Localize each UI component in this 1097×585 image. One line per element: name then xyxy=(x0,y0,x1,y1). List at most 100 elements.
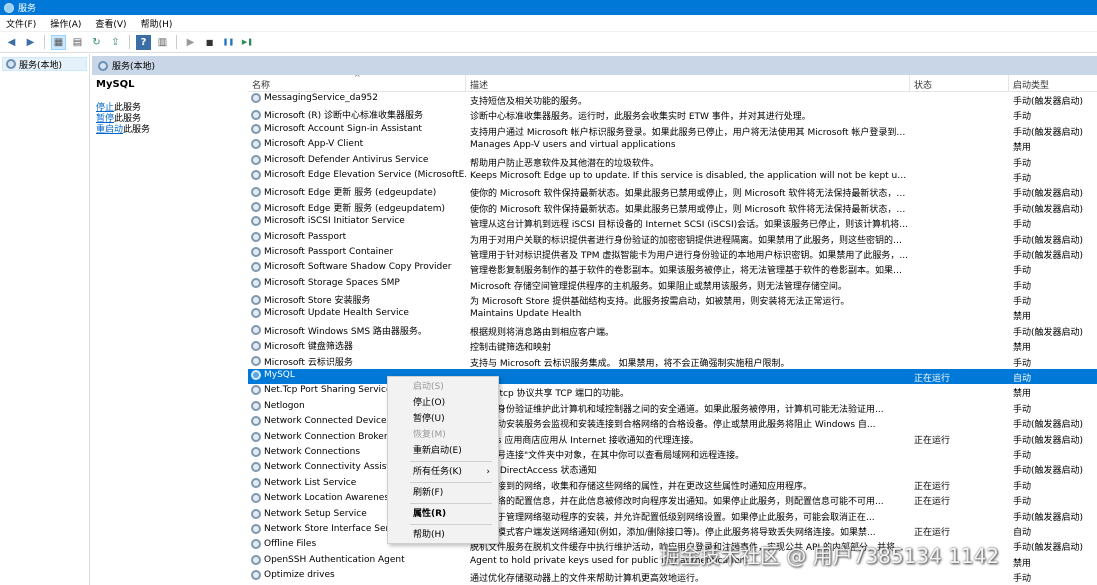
context-menu-item[interactable]: 暂停(U) xyxy=(388,411,498,427)
service-row[interactable]: MySQL 正在运行 自动 xyxy=(248,369,1097,385)
service-name-cell: Microsoft Windows SMS 路由器服务。 xyxy=(251,324,466,337)
service-name: Microsoft Windows SMS 路由器服务。 xyxy=(264,326,427,337)
service-row[interactable]: Net.Tcp Port Sharing Service 过 net.tcp 协议… xyxy=(248,384,1097,399)
help-icon[interactable]: ? xyxy=(136,34,151,50)
service-row[interactable]: Network Setup Service 服务用于管理网络驱动程序的安装，并允许… xyxy=(248,508,1097,523)
export-list-icon[interactable]: ⇪ xyxy=(108,35,123,50)
forward-arrow-icon[interactable]: ▶ xyxy=(23,35,38,50)
service-row[interactable]: Microsoft 键盘筛选器 控制击键筛选和映射 禁用 xyxy=(248,338,1097,353)
services-list: 名称 ^ 描述 状态 启动类型 MessagingService_da952 支持… xyxy=(248,75,1097,585)
service-row[interactable]: Microsoft Software Shadow Copy Provider 管… xyxy=(248,261,1097,276)
service-row[interactable]: Network Connection Broker indows 应用商店应用从 … xyxy=(248,431,1097,446)
context-menu-separator xyxy=(410,503,492,504)
service-name-cell: Microsoft 云标识服务 xyxy=(251,355,466,368)
service-name-cell: Microsoft Edge 更新 服务 (edgeupdatem) xyxy=(251,201,466,214)
service-name-cell: Microsoft Defender Antivirus Service xyxy=(251,154,466,165)
start-icon[interactable]: ▶ xyxy=(183,35,198,50)
action-pane-icon[interactable]: ▥ xyxy=(155,35,170,50)
service-row[interactable]: Microsoft Windows SMS 路由器服务。 根据规则将消息路由到相应… xyxy=(248,323,1097,338)
service-startup-type: 手动 xyxy=(1013,281,1032,292)
stop-service-link[interactable]: 停止 xyxy=(96,103,114,113)
service-row[interactable]: Netlogon 和服务身份验证维护此计算机和域控制器之间的安全通道。如果此服务被… xyxy=(248,400,1097,415)
column-divider[interactable] xyxy=(1008,75,1009,92)
watermark: 掘金技术社区 @ 用户7385134 1142 xyxy=(660,544,1000,568)
pause-icon[interactable]: ❚❚ xyxy=(221,35,236,50)
service-gear-icon xyxy=(251,554,261,565)
service-row[interactable]: Network Location Awareness 存储网络的配置信息，并在此信… xyxy=(248,492,1097,507)
service-name: Network Location Awareness xyxy=(264,493,394,504)
tree-item-services-local[interactable]: 服务(本地) xyxy=(2,57,87,71)
service-row[interactable]: Optimize drives 通过优化存储驱动器上的文件来帮助计算机更高效地运行… xyxy=(248,569,1097,584)
service-row[interactable]: Microsoft Account Sign-in Assistant 支持用户通… xyxy=(248,123,1097,138)
service-name: Microsoft Passport xyxy=(264,231,347,242)
service-name: Microsoft (R) 诊断中心标准收集器服务 xyxy=(264,111,423,122)
menu-view[interactable]: 查看(V) xyxy=(95,17,126,30)
menu-help[interactable]: 帮助(H) xyxy=(141,17,173,30)
service-row[interactable]: MessagingService_da952 支持短信及相关功能的服务。 手动(触发… xyxy=(248,92,1097,107)
restart-icon[interactable]: ▶❚ xyxy=(240,35,255,50)
service-startup-type: 手动(触发器启动) xyxy=(1013,127,1084,138)
service-row[interactable]: Network List Service 机已连接到的网络，收集和存储这些网络的属… xyxy=(248,477,1097,492)
service-row[interactable]: Microsoft Store 安装服务 为 Microsoft Store 提供… xyxy=(248,292,1097,307)
service-rows: MessagingService_da952 支持短信及相关功能的服务。 手动(触发… xyxy=(248,92,1097,585)
service-name: Microsoft Storage Spaces SMP xyxy=(264,277,400,288)
service-row[interactable]: Network Store Interface Serv... 向用户模式客户端发… xyxy=(248,523,1097,538)
menu-action[interactable]: 操作(A) xyxy=(50,17,81,30)
service-row[interactable]: Network Connected Devices ... 设备自动安装服务会监视… xyxy=(248,415,1097,430)
service-startup-type: 手动 xyxy=(1013,497,1032,508)
service-row[interactable]: Microsoft Edge 更新 服务 (edgeupdatem) 使你的 Mi… xyxy=(248,200,1097,215)
service-startup-type: 禁用 xyxy=(1013,143,1032,154)
service-row[interactable]: Microsoft Defender Antivirus Service 帮助用户… xyxy=(248,154,1097,169)
service-startup-type: 手动 xyxy=(1013,112,1032,123)
service-name: Net.Tcp Port Sharing Service xyxy=(264,385,392,396)
action-suffix: 此服务 xyxy=(114,103,142,113)
pause-service-link[interactable]: 暂停 xyxy=(96,114,114,124)
service-row[interactable]: Microsoft Edge 更新 服务 (edgeupdate) 使你的 Mic… xyxy=(248,184,1097,199)
service-description: 存储网络的配置信息，并在此信息被修改时向程序发出通知。如果停止此服务，则配置信息… xyxy=(470,497,884,508)
service-row[interactable]: Network Connectivity Assista... 组件的 Direc… xyxy=(248,461,1097,476)
service-row[interactable]: Microsoft Update Health Service Maintains… xyxy=(248,307,1097,322)
service-row[interactable]: Microsoft (R) 诊断中心标准收集器服务 诊断中心标准收集器服务。运行时… xyxy=(248,107,1097,122)
column-header-start-type[interactable]: 启动类型 xyxy=(1013,78,1049,91)
service-startup-type: 手动 xyxy=(1013,220,1032,231)
column-header-desc[interactable]: 描述 xyxy=(470,78,488,91)
column-header-state[interactable]: 状态 xyxy=(914,78,932,91)
column-divider[interactable] xyxy=(909,75,910,92)
service-description: 为 Microsoft Store 提供基础结构支持。此服务按需启动，如被禁用，… xyxy=(470,297,850,308)
refresh-icon[interactable]: ↻ xyxy=(89,35,104,50)
service-name: Microsoft Passport Container xyxy=(264,246,394,257)
context-menu-item[interactable]: 停止(O) xyxy=(388,395,498,411)
service-row[interactable]: Microsoft App-V Client Manages App-V user… xyxy=(248,138,1097,153)
back-arrow-icon[interactable]: ◀ xyxy=(4,35,19,50)
column-header-name[interactable]: 名称 xyxy=(252,78,270,91)
service-row[interactable]: Microsoft 云标识服务 支持与 Microsoft 云标识服务集成。 如果… xyxy=(248,354,1097,369)
properties-icon[interactable]: ▤ xyxy=(70,35,85,50)
service-row[interactable]: Microsoft Storage Spaces SMP Microsoft 存储… xyxy=(248,277,1097,292)
menu-file[interactable]: 文件(F) xyxy=(6,17,36,30)
service-row[interactable]: Network Connections 络和拨号连接"文件夹中对象，在其中你可以查… xyxy=(248,446,1097,461)
service-row[interactable]: Microsoft Passport Container 管理用于针对标识提供者及… xyxy=(248,246,1097,261)
service-gear-icon xyxy=(251,216,261,227)
service-name: Offline Files xyxy=(264,539,317,550)
service-gear-icon xyxy=(251,570,261,581)
services-header: 服务(本地) xyxy=(92,56,1097,75)
console-tree-icon[interactable]: ▦ xyxy=(51,34,66,50)
column-divider[interactable] xyxy=(465,75,466,92)
context-menu-item[interactable]: 所有任务(K) › xyxy=(388,464,498,480)
context-menu-item[interactable]: 重新启动(E) xyxy=(388,443,498,459)
service-row[interactable]: Microsoft Edge Elevation Service (Micros… xyxy=(248,169,1097,184)
context-menu-item[interactable]: 属性(R) xyxy=(388,506,498,522)
service-name: Microsoft App-V Client xyxy=(264,139,364,150)
services-gear-icon xyxy=(6,59,16,69)
service-status: 正在运行 xyxy=(914,527,951,538)
service-row[interactable]: Microsoft Passport 为用于对用户关联的标识提供者进行身份验证的加… xyxy=(248,231,1097,246)
service-gear-icon xyxy=(251,93,261,103)
service-name-cell: Microsoft App-V Client xyxy=(251,139,466,150)
restart-service-link[interactable]: 重启动 xyxy=(96,125,123,135)
context-menu-item[interactable]: 刷新(F) xyxy=(388,485,498,501)
service-startup-type: 手动(触发器启动) xyxy=(1013,327,1084,338)
service-row[interactable]: Microsoft iSCSI Initiator Service 管理从这台计算… xyxy=(248,215,1097,230)
context-menu-item[interactable]: 帮助(H) xyxy=(388,527,498,543)
service-description: Microsoft 存储空间管理提供程序的主机服务。如果阻止或禁用该服务，则无法… xyxy=(470,281,847,292)
stop-icon[interactable]: ■ xyxy=(202,35,217,50)
